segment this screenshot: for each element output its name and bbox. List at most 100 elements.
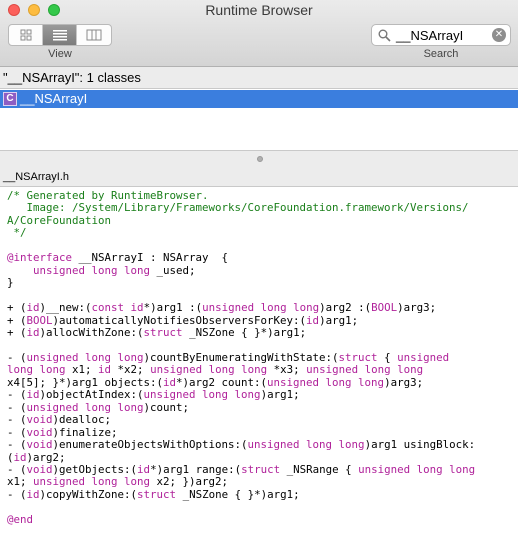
code-keyword: unsigned long long xyxy=(143,388,261,402)
code-line: - (void)enumerateObjectsWithOptions:(uns… xyxy=(7,438,476,452)
search-label: Search xyxy=(423,48,459,60)
code-text: _NSRange { xyxy=(280,462,359,476)
divider-handle-icon[interactable] xyxy=(257,156,263,162)
code-keyword: struct xyxy=(241,462,281,476)
code-keyword: @end xyxy=(7,512,34,526)
code-line: - (id)copyWithZone:(struct _NSZone { }*)… xyxy=(7,487,475,501)
code-text: x4[5]; }*)arg1 objects:( xyxy=(7,375,164,389)
code-keyword: unsigned long long xyxy=(33,263,151,277)
code-text: )copyWithZone:( xyxy=(39,487,138,501)
code-keyword: struct xyxy=(338,350,378,364)
code-text: - ( xyxy=(7,487,27,501)
code-keyword: const id xyxy=(91,301,144,315)
grid-icon xyxy=(20,29,31,41)
code-text: *)arg1 range:( xyxy=(150,462,242,476)
code-keyword: id xyxy=(26,487,40,501)
code-text: - ( xyxy=(7,413,27,427)
class-badge-icon: C xyxy=(3,92,17,106)
code-keyword: struct xyxy=(137,487,177,501)
code-keyword: unsigned long long xyxy=(306,363,424,377)
columns-icon xyxy=(86,29,102,41)
view-label: View xyxy=(48,48,72,60)
code-text: )countByEnumeratingWithState:( xyxy=(143,350,339,364)
class-name: __NSArrayI xyxy=(20,91,88,106)
list-icon xyxy=(52,30,67,41)
code-keyword: struct xyxy=(143,325,183,339)
code-text: __NSArrayI : NSArray { xyxy=(72,251,229,265)
view-mode-control[interactable] xyxy=(8,24,112,46)
code-line: + (id)allocWithZone:(struct _NSZone { }*… xyxy=(7,325,475,339)
code-keyword: id xyxy=(137,462,151,476)
code-keyword: BOOL xyxy=(26,313,53,327)
code-text: *)arg1 :( xyxy=(143,301,203,315)
split-view-divider[interactable] xyxy=(0,151,518,168)
code-text: { xyxy=(377,350,398,364)
code-keyword: void xyxy=(26,413,53,427)
code-keyword: unsigned xyxy=(397,350,450,364)
search-icon xyxy=(378,29,391,42)
code-text: )automaticallyNotifiesObserversForKey:( xyxy=(52,313,307,327)
code-text: + ( xyxy=(7,301,27,315)
source-code[interactable]: /* Generated by RuntimeBrowser. Image: /… xyxy=(7,189,476,526)
code-text: )count; xyxy=(143,400,190,414)
column-view-button[interactable] xyxy=(77,25,111,45)
grid-view-button[interactable] xyxy=(9,25,44,45)
code-text: )arg3; xyxy=(384,375,424,389)
code-text: )arg2 :( xyxy=(319,301,372,315)
code-keyword: id xyxy=(163,375,177,389)
code-line: } xyxy=(7,276,475,289)
code-keyword: long long xyxy=(7,363,66,377)
code-text: )arg2; xyxy=(26,450,66,464)
code-line: A/CoreFoundation xyxy=(7,213,475,227)
class-list-item[interactable]: C __NSArrayI xyxy=(0,90,518,108)
code-keyword: void xyxy=(26,425,53,439)
header-source-view[interactable]: /* Generated by RuntimeBrowser. Image: /… xyxy=(0,186,518,550)
code-keyword: unsigned long long xyxy=(358,462,476,476)
class-list[interactable]: C __NSArrayI xyxy=(0,88,518,151)
code-keyword: unsigned long long xyxy=(150,363,268,377)
code-keyword: unsigned long long xyxy=(33,475,151,489)
code-keyword: unsigned long long xyxy=(267,375,385,389)
code-comment: A/CoreFoundation xyxy=(7,213,112,227)
code-text: )allocWithZone:( xyxy=(39,325,144,339)
code-text: )objectAtIndex:( xyxy=(39,388,144,402)
code-comment: Image: /System/Library/Frameworks/CoreFo… xyxy=(7,201,469,215)
code-keyword: @interface xyxy=(7,251,73,265)
header-file-name: __NSArrayI.h xyxy=(3,171,70,183)
code-text: _NSZone { }*)arg1; xyxy=(176,487,300,501)
code-text: + ( xyxy=(7,325,27,339)
code-text: - ( xyxy=(7,425,27,439)
code-keyword: void xyxy=(26,462,53,476)
code-line: */ xyxy=(7,227,475,239)
window-title: Runtime Browser xyxy=(205,2,313,18)
code-text: - ( xyxy=(7,350,27,364)
code-text: )arg1; xyxy=(319,313,359,327)
code-comment: /* Generated by RuntimeBrowser. xyxy=(7,189,209,202)
code-keyword: unsigned long long xyxy=(247,438,365,452)
code-keyword: BOOL xyxy=(371,301,398,315)
code-keyword: unsigned long long xyxy=(202,301,320,315)
search-input[interactable]: __NSArrayI xyxy=(396,28,463,43)
code-text: - ( xyxy=(7,400,27,414)
code-keyword: id xyxy=(26,388,40,402)
clear-search-icon[interactable]: ✕ xyxy=(492,28,506,42)
code-keyword: id xyxy=(26,325,40,339)
code-text: )__new:( xyxy=(39,301,92,315)
code-text: )getObjects:( xyxy=(52,462,138,476)
code-text: *)arg2 count:( xyxy=(176,375,268,389)
code-text: )arg1 usingBlock: xyxy=(364,438,476,452)
code-keyword: id xyxy=(26,301,40,315)
code-line: @end xyxy=(7,512,475,526)
list-view-button[interactable] xyxy=(43,25,78,45)
code-comment: */ xyxy=(7,226,27,240)
code-text: x1; xyxy=(7,475,34,489)
code-text: + ( xyxy=(7,313,27,327)
code-text: _NSZone { }*)arg1; xyxy=(182,325,307,339)
code-text: )arg3; xyxy=(397,301,437,315)
code-keyword: id xyxy=(306,313,320,327)
code-text: *x3; xyxy=(267,363,307,377)
code-text: x1; xyxy=(65,363,99,377)
search-field[interactable]: __NSArrayI ✕ xyxy=(371,24,511,46)
